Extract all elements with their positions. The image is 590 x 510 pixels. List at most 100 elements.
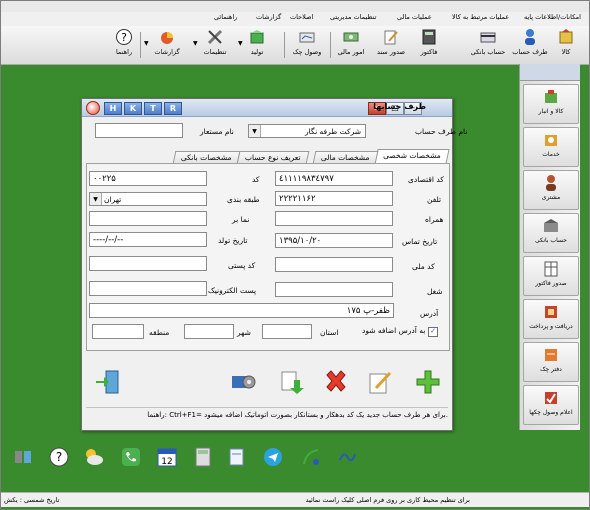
hotkey-t-button[interactable]: T bbox=[144, 102, 162, 115]
hotkey-h-button[interactable]: H bbox=[104, 102, 122, 115]
sidebar-item-customer[interactable]: مشتری bbox=[523, 170, 579, 210]
dialog-titlebar[interactable]: H K T R × □ – طرف حسابها bbox=[82, 99, 452, 117]
category-label: طبقه بندی bbox=[227, 195, 260, 204]
person-icon bbox=[525, 29, 535, 45]
job-label: شغل bbox=[427, 287, 443, 296]
help-icon: ? bbox=[116, 29, 132, 45]
chevron-down-icon: ▼ bbox=[90, 193, 102, 205]
code-input[interactable]: ۰۰۲۲۵ bbox=[89, 171, 207, 186]
toolbar-issue-document-button[interactable]: صدور سند bbox=[374, 28, 408, 62]
sidebar-header bbox=[520, 64, 580, 81]
app-logo-icon bbox=[86, 101, 100, 115]
quick-access-sidebar: کالا و انبار خدمات مشتری حساب بانکی صدور… bbox=[519, 64, 580, 430]
city-input[interactable] bbox=[184, 324, 234, 339]
sidebar-item-check-collection[interactable]: اعلام وصول چکها bbox=[523, 385, 579, 425]
job-input[interactable] bbox=[275, 282, 393, 297]
region-input[interactable] bbox=[92, 324, 144, 339]
toolbar-bank-account-button[interactable]: حساب بانکی bbox=[468, 28, 508, 62]
menu-item-reports[interactable]: گزارشات bbox=[256, 13, 281, 21]
toolbar-production-button[interactable]: تولید bbox=[242, 28, 272, 62]
toolbar-settings-button[interactable]: تنظیمات bbox=[200, 28, 230, 62]
menu-item-goods[interactable]: عملیات مرتبط به کالا bbox=[452, 13, 509, 21]
desktop-dock: ? 12 bbox=[0, 436, 518, 486]
check-icon bbox=[299, 32, 315, 43]
dialog-title: طرف حسابها bbox=[373, 102, 426, 111]
add-to-address-label: به آدرس اضافه شود bbox=[362, 326, 426, 335]
fax-input[interactable] bbox=[89, 211, 207, 226]
sidebar-item-receive-pay[interactable]: دریافت و پرداخت bbox=[523, 299, 579, 339]
contact-date-input[interactable]: ۱۳۹۵/۱۰/۲۰ bbox=[275, 233, 393, 248]
network-icon[interactable] bbox=[12, 446, 34, 468]
menu-item-finance[interactable]: عملیات مالی bbox=[397, 13, 432, 21]
toolbar-reports-button[interactable]: گزارشات bbox=[150, 28, 184, 62]
add-icon[interactable] bbox=[414, 368, 442, 396]
birth-date-label: تاریخ تولد bbox=[218, 236, 248, 245]
dialog-tabs: مشخصات شخصی مشخصات مالی تعریف نوع حساب م… bbox=[92, 149, 450, 164]
toolbar-invoice-button[interactable]: فاکتور bbox=[415, 28, 443, 62]
weather-icon[interactable] bbox=[82, 446, 104, 468]
sidebar-item-issue-invoice[interactable]: صدور فاکتور bbox=[523, 256, 579, 296]
goods-box-icon bbox=[545, 90, 557, 103]
bank-icon bbox=[544, 219, 558, 232]
telegram-icon[interactable] bbox=[262, 446, 284, 468]
toolbar-check-collection-button[interactable]: وصول چک bbox=[290, 28, 324, 62]
email-input[interactable] bbox=[89, 281, 207, 296]
tab-personal[interactable]: مشخصات شخصی bbox=[374, 149, 450, 164]
delete-icon[interactable] bbox=[322, 368, 350, 396]
settings-dropdown-arrow[interactable]: ▼ bbox=[193, 40, 198, 47]
contact-date-label: تاریخ تماس bbox=[402, 237, 438, 246]
phone-icon[interactable] bbox=[120, 446, 142, 468]
invoice-grid-icon bbox=[544, 261, 558, 277]
calendar-icon[interactable]: 12 bbox=[156, 446, 178, 468]
province-label: استان bbox=[320, 328, 339, 337]
address-input[interactable]: ظفر-پ ۱۷۵ bbox=[89, 303, 394, 318]
toolbar-separator bbox=[140, 32, 141, 58]
hotkey-r-button[interactable]: R bbox=[164, 102, 182, 115]
region-label: منطقه bbox=[149, 328, 170, 337]
menu-item-admin-settings[interactable]: تنظیمات مدیریتی bbox=[330, 13, 376, 21]
sidebar-item-goods-warehouse[interactable]: کالا و انبار bbox=[523, 84, 579, 124]
party-name-select[interactable]: ▼ شرکت طرفه نگار bbox=[248, 124, 366, 138]
document-pencil-icon bbox=[384, 30, 398, 45]
toolbar-help-button[interactable]: ? راهنما bbox=[110, 28, 138, 62]
birth-date-input[interactable]: ----/--/-- bbox=[89, 232, 207, 247]
settings-gear-icon[interactable] bbox=[230, 368, 258, 396]
reports-dropdown-arrow[interactable]: ▼ bbox=[144, 40, 149, 47]
notepad-icon[interactable] bbox=[226, 446, 248, 468]
sidebar-item-services[interactable]: خدمات bbox=[523, 127, 579, 167]
menu-item-basic-info[interactable]: امکانات/اطلاعات پایه bbox=[524, 13, 581, 21]
dialog-hint: راهنما: Ctrl+F1= برای هر طرف حساب جدید ی… bbox=[86, 407, 448, 422]
check-collection-icon bbox=[545, 392, 557, 404]
toolbar-account-party-button[interactable]: طرف حساب bbox=[512, 28, 548, 62]
customer-icon bbox=[546, 175, 556, 191]
paint-icon[interactable] bbox=[300, 446, 322, 468]
national-code-input[interactable] bbox=[275, 257, 393, 272]
menu-item-help[interactable]: راهنمائی bbox=[214, 13, 237, 21]
help-circle-icon[interactable]: ? bbox=[48, 446, 70, 468]
bank-card-icon bbox=[480, 32, 496, 43]
svg-text:12: 12 bbox=[161, 457, 172, 467]
add-to-address-checkbox[interactable]: ✓ bbox=[428, 327, 438, 337]
sidebar-item-check-book[interactable]: دفتر چک bbox=[523, 342, 579, 382]
mobile-input[interactable] bbox=[275, 211, 393, 226]
category-select[interactable]: ▼ تهران bbox=[89, 192, 207, 206]
production-dropdown-arrow[interactable]: ▼ bbox=[238, 40, 243, 47]
toolbar-finance-button[interactable]: امور مالی bbox=[334, 28, 368, 62]
province-input[interactable] bbox=[262, 324, 312, 339]
hotkey-k-button[interactable]: K bbox=[124, 102, 142, 115]
phone-input[interactable]: ۲۲۲۲۱۱۶۲ bbox=[275, 191, 393, 206]
postal-code-input[interactable] bbox=[89, 256, 207, 271]
economic-code-input[interactable]: ٤١١١١٩٨٣٤٧٩٧ bbox=[275, 171, 393, 186]
calculator-icon[interactable] bbox=[192, 446, 214, 468]
sidebar-item-bank-account[interactable]: حساب بانکی bbox=[523, 213, 579, 253]
menu-item-corrections[interactable]: اصلاحات bbox=[290, 13, 313, 21]
exit-door-icon[interactable] bbox=[94, 368, 122, 396]
postal-code-label: کد پستی bbox=[228, 261, 256, 270]
toolbar-separator bbox=[330, 32, 331, 58]
phone-label: تلفن bbox=[427, 195, 442, 204]
toolbar-goods-button[interactable]: کالا bbox=[552, 28, 580, 62]
edit-icon[interactable] bbox=[366, 368, 394, 396]
logo-icon[interactable] bbox=[336, 446, 358, 468]
alias-input[interactable] bbox=[95, 123, 183, 138]
save-icon[interactable] bbox=[278, 368, 306, 396]
